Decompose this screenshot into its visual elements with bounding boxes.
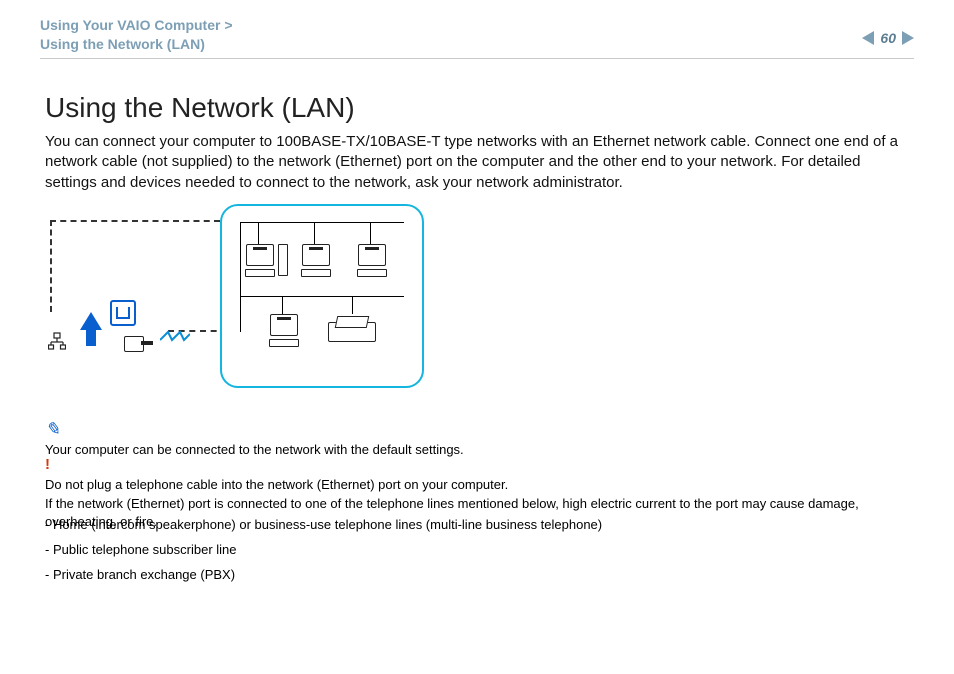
warning-line-1: Do not plug a telephone cable into the n… (45, 477, 508, 492)
section-title: Using the Network (LAN) (45, 92, 355, 124)
computer-icon (264, 314, 304, 354)
breadcrumb-separator: > (224, 17, 232, 33)
prev-page-icon[interactable] (862, 31, 874, 45)
network-small-icon (48, 332, 66, 353)
next-page-icon[interactable] (902, 31, 914, 45)
ethernet-port-icon (110, 300, 136, 326)
warning-icon: ! (45, 456, 50, 473)
list-item: - Home (intercom speakerphone) or busine… (45, 516, 909, 535)
network-diagram (50, 204, 450, 404)
page-number: 60 (880, 30, 896, 46)
rj45-plug-icon (124, 336, 144, 352)
arrow-stem (86, 328, 96, 346)
page-nav: 60 (862, 16, 914, 46)
list-item: - Private branch exchange (PBX) (45, 566, 909, 585)
header-rule (40, 58, 914, 59)
list-item: - Public telephone subscriber line (45, 541, 909, 560)
breadcrumb: Using Your VAIO Computer > Using the Net… (40, 16, 233, 54)
breadcrumb-parent[interactable]: Using Your VAIO Computer (40, 17, 220, 33)
tower-icon (278, 244, 288, 276)
computer-icon (352, 244, 392, 284)
warning-list: - Home (intercom speakerphone) or busine… (45, 510, 909, 591)
computer-icon (296, 244, 336, 284)
pencil-note-icon: ✎ (45, 416, 60, 442)
breadcrumb-current: Using the Network (LAN) (40, 36, 205, 52)
cable-icon (160, 330, 186, 340)
intro-paragraph: You can connect your computer to 100BASE… (45, 132, 909, 193)
page-header: Using Your VAIO Computer > Using the Net… (40, 16, 914, 54)
printer-icon (328, 316, 374, 342)
lan-box (220, 204, 424, 388)
computer-icon (240, 244, 280, 284)
